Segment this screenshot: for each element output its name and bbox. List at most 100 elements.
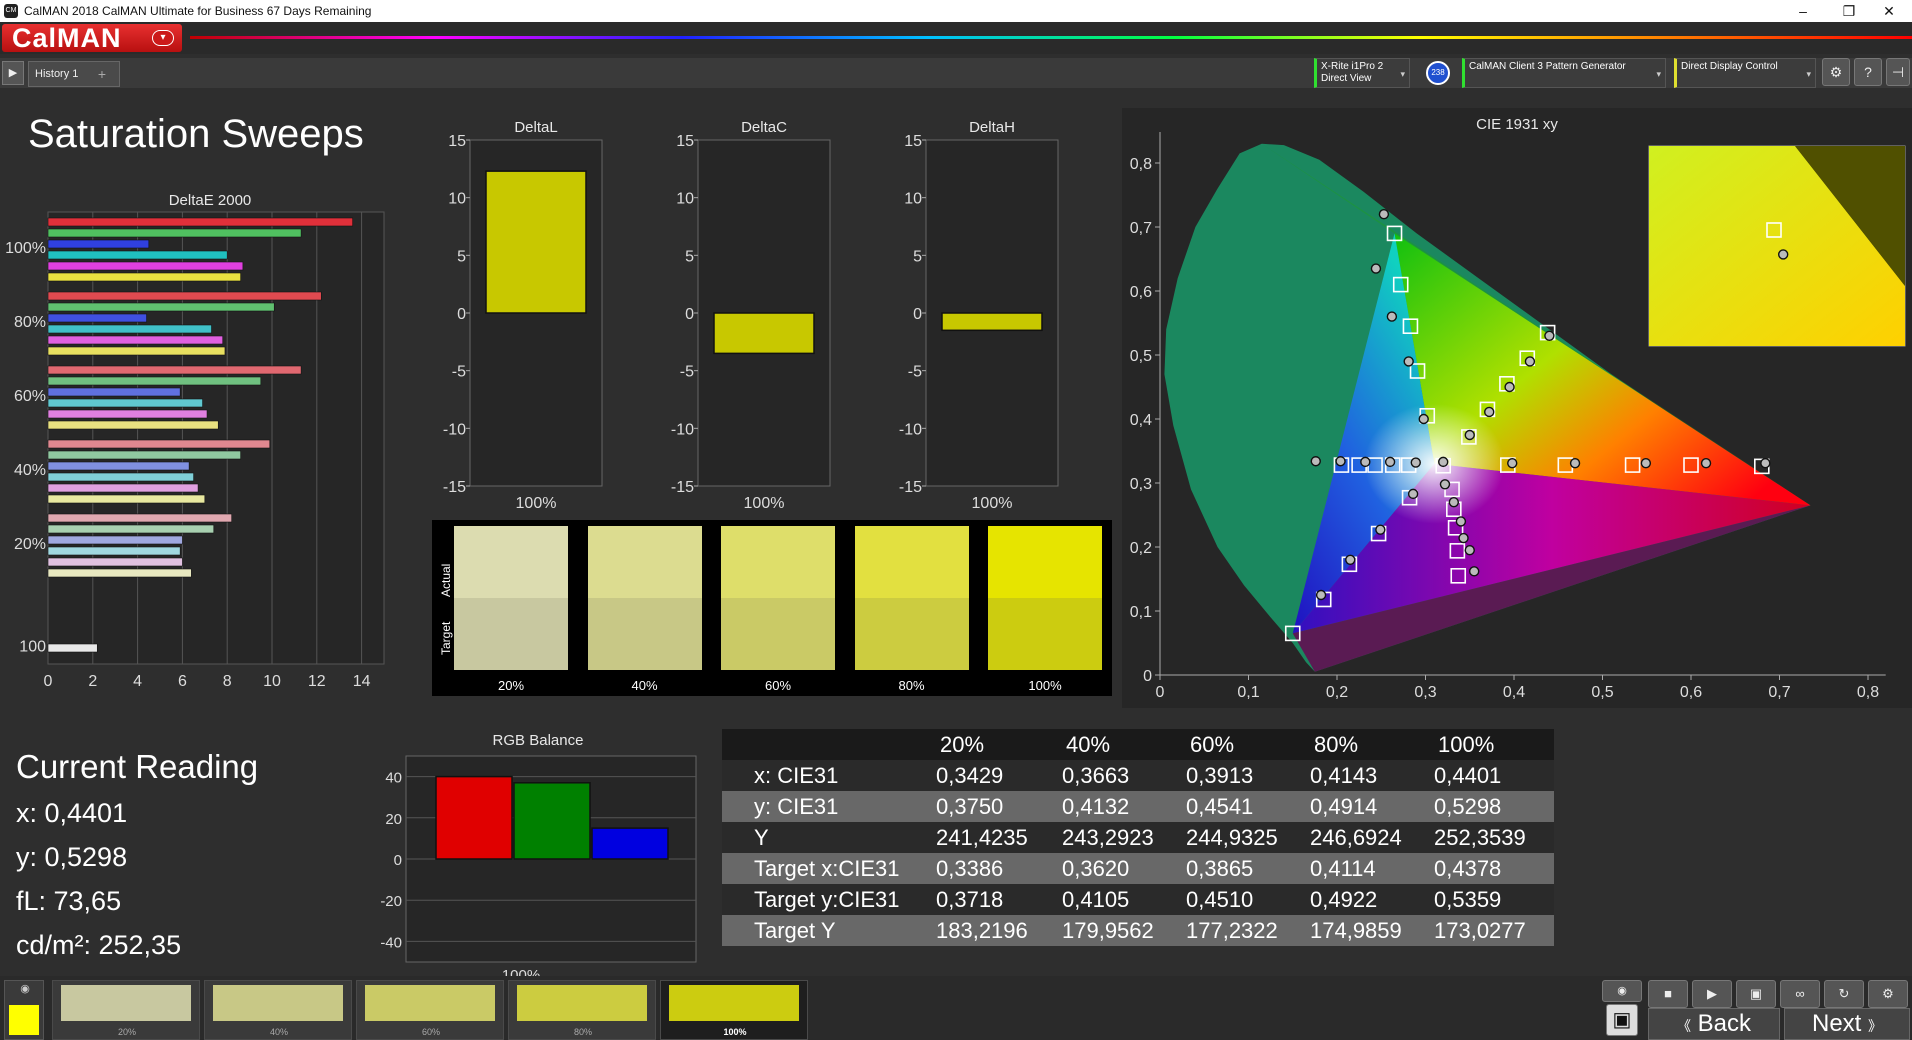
page-title: Saturation Sweeps — [28, 112, 364, 156]
window-title-bar: CalMAN 2018 CalMAN Ultimate for Business… — [0, 0, 1912, 22]
table-cell: 0,3429 — [936, 763, 1004, 788]
deltae-bar — [47, 557, 183, 567]
patch-label: 100% — [723, 1027, 747, 1037]
deltae-bar — [47, 313, 147, 323]
table-cell: 252,3539 — [1434, 825, 1526, 850]
delta-y-tick: 0 — [685, 306, 694, 323]
meter-selector[interactable]: X-Rite i1Pro 2 Direct View ▾ — [1314, 58, 1410, 88]
refresh-icon[interactable]: ↻ — [1824, 980, 1864, 1008]
cie-x-tick: 0,4 — [1503, 684, 1525, 701]
actual-swatch — [988, 526, 1102, 598]
table-cell: 0,3386 — [936, 856, 1004, 881]
back-button[interactable]: 《 Back — [1648, 1008, 1780, 1040]
chevron-down-icon: ▾ — [1656, 69, 1661, 79]
delta-y-tick: 15 — [904, 133, 922, 150]
swatch-pair: 80% — [854, 526, 969, 693]
delta-y-tick: -10 — [899, 421, 922, 438]
deltae-bar — [47, 524, 215, 534]
chevron-down-icon[interactable]: ▾ — [152, 30, 174, 46]
patch-button[interactable]: 60% — [356, 980, 504, 1040]
delta-y-tick: 5 — [685, 248, 694, 265]
minimize-button[interactable]: – — [1780, 0, 1826, 22]
delta-x-label: 100% — [972, 495, 1013, 512]
table-cell: 183,2196 — [936, 918, 1028, 943]
play-icon[interactable]: ▶ — [2, 61, 24, 85]
table-row: Target y:CIE31 0,3718 0,4105 0,4510 0,4922 0,… — [722, 884, 1554, 915]
deltae-chart: 0 2 4 6 8 10 12 14 100% 80% 60% 40% 20% 100 — [5, 211, 385, 690]
next-button[interactable]: Next 》 — [1784, 1008, 1910, 1040]
delta-bar — [485, 170, 587, 314]
cie-measured-marker — [1458, 532, 1469, 544]
table-header-cell: 20% — [940, 732, 985, 757]
target-label: Target — [439, 621, 453, 655]
delta-y-tick: -10 — [671, 421, 694, 438]
deltae-bar — [47, 546, 181, 556]
close-button[interactable]: ✕ — [1866, 0, 1912, 22]
next-icon: 》 — [1868, 1018, 1883, 1034]
deltae-bar — [47, 376, 262, 386]
table-row-label: Target Y — [754, 918, 836, 943]
patch-button[interactable]: 100% — [660, 980, 808, 1040]
rgb-balance-title: RGB Balance — [492, 732, 584, 749]
table-header-cell: 60% — [1190, 732, 1235, 757]
cie-chart: 0 0,1 0,2 0,3 0,4 0,5 0,6 0,7 0,8 0 0,1 0,2 0,3 0,4 0,… — [1130, 132, 1906, 701]
patch-button[interactable]: 20% — [52, 980, 200, 1040]
delta-x-label: 100% — [516, 495, 557, 512]
table-cell: 0,4401 — [1434, 763, 1502, 788]
pattern-generator-name: CalMAN Client 3 Pattern Generator — [1469, 61, 1626, 72]
help-icon[interactable]: ? — [1854, 58, 1882, 86]
cie-measured-marker — [1410, 457, 1421, 468]
add-tab-icon[interactable]: + — [92, 64, 112, 84]
deltae-bar — [47, 272, 241, 282]
target-swatch — [454, 598, 568, 670]
table-cell: 243,2923 — [1062, 825, 1154, 850]
pattern-generator-selector[interactable]: CalMAN Client 3 Pattern Generator ▾ — [1462, 58, 1666, 88]
eye-icon[interactable]: ◉ — [1602, 980, 1642, 1002]
play-icon[interactable]: ▶ — [1692, 980, 1732, 1008]
settings-icon[interactable]: ⚙ — [1868, 980, 1908, 1008]
collapse-icon[interactable]: ▣ — [1606, 1004, 1638, 1036]
display-control-selector[interactable]: Direct Display Control ▾ — [1674, 58, 1816, 88]
cie-y-tick: 0,6 — [1130, 284, 1152, 301]
table-row: y: CIE31 0,3750 0,4132 0,4541 0,4914 0,5298 — [722, 791, 1554, 822]
loop-icon[interactable]: ∞ — [1780, 980, 1820, 1008]
deltae-bar — [47, 387, 181, 397]
reading-y: y: 0,5298 — [16, 842, 128, 872]
cie-measured-marker — [1403, 356, 1414, 367]
cie-measured-marker — [1386, 311, 1398, 322]
delta-y-tick: -15 — [443, 479, 466, 496]
deltae-bar — [47, 472, 194, 482]
cie-measured-marker — [1384, 456, 1396, 468]
rgb-y-tick: 0 — [394, 852, 402, 869]
patch-color — [61, 985, 191, 1021]
eye-icon[interactable]: ◉ — [17, 983, 33, 995]
deltae-bar — [47, 346, 226, 356]
target-swatch — [721, 598, 835, 670]
cie-measured-marker — [1455, 516, 1467, 527]
cie-measured-marker — [1310, 456, 1321, 467]
deltae-group-label: 80% — [14, 314, 46, 331]
delta-chart-title: DeltaL — [514, 119, 557, 136]
cie-measured-marker — [1464, 545, 1475, 556]
deltae-bar — [47, 494, 206, 504]
rgb-y-tick: 40 — [385, 770, 402, 787]
patch-button[interactable]: 40% — [204, 980, 352, 1040]
deltae-bar — [47, 261, 244, 271]
pin-icon[interactable]: ⊣ — [1886, 58, 1910, 86]
deltae-bar — [47, 568, 192, 578]
swatch-pair: 40% — [587, 526, 702, 693]
save-icon[interactable]: ▣ — [1736, 980, 1776, 1008]
deltae-group-label: 60% — [14, 388, 46, 405]
patch-label: 80% — [573, 1027, 592, 1037]
swatch-label: 40% — [631, 678, 658, 693]
gear-icon[interactable]: ⚙ — [1822, 58, 1850, 86]
deltae-x-tick: 8 — [223, 673, 232, 690]
cie-measured-marker — [1335, 456, 1346, 467]
deltae-bar — [47, 228, 302, 238]
delta-y-tick: 0 — [457, 306, 466, 323]
delta-chart-title: DeltaC — [741, 119, 787, 136]
cie-y-tick: 0,2 — [1130, 540, 1152, 557]
stop-icon[interactable]: ■ — [1648, 980, 1688, 1008]
patch-button[interactable]: 80% — [508, 980, 656, 1040]
table-cell: 0,4114 — [1310, 856, 1376, 881]
